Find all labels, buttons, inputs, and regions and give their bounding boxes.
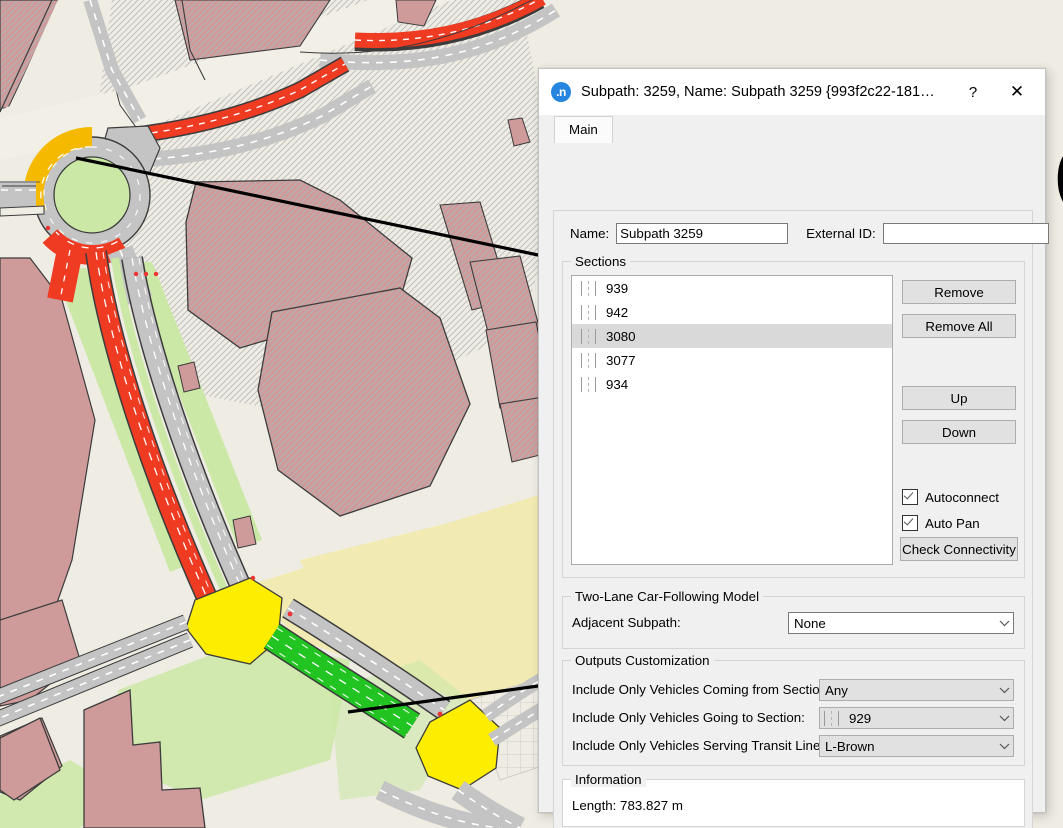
going-to-section-combo[interactable]: 929 — [819, 707, 1014, 729]
list-item-label: 3080 — [606, 329, 636, 344]
remove-all-button[interactable]: Remove All — [902, 314, 1016, 338]
chevron-down-icon — [996, 708, 1013, 728]
application-window: .lm { stroke:#ffffff; stroke-width:1.6; … — [0, 0, 1063, 828]
adjacent-subpath-combo[interactable]: None — [788, 612, 1014, 634]
transit-lines-label: Include Only Vehicles Serving Transit Li… — [572, 738, 831, 753]
subpath-properties-dialog: .n Subpath: 3259, Name: Subpath 3259 {99… — [538, 68, 1046, 813]
transit-lines-combo[interactable]: L-Brown — [819, 735, 1014, 757]
remove-button[interactable]: Remove — [902, 280, 1016, 304]
aimsun-app-icon: .n — [551, 82, 571, 102]
chevron-down-icon — [996, 613, 1013, 633]
two-lane-group-label: Two-Lane Car-Following Model — [571, 589, 763, 604]
list-item-label: 942 — [606, 305, 628, 320]
length-text: Length: 783.827 m — [572, 798, 683, 813]
going-to-section-value: 929 — [849, 711, 996, 726]
tab-panel-main: Name: External ID: Sections 939 942 — [553, 210, 1033, 828]
external-id-label: External ID: — [806, 226, 875, 241]
coming-from-section-value: Any — [825, 683, 996, 698]
close-icon[interactable]: ✕ — [995, 75, 1039, 109]
list-item[interactable]: 3077 — [572, 348, 892, 372]
section-icon — [580, 377, 597, 392]
sections-group-label: Sections — [571, 254, 630, 269]
auto-pan-label: Auto Pan — [925, 516, 980, 531]
list-item-label: 934 — [606, 377, 628, 392]
move-down-button[interactable]: Down — [902, 420, 1016, 444]
adjacent-subpath-value: None — [794, 616, 996, 631]
section-icon — [580, 281, 597, 296]
sections-group: Sections 939 942 3080 — [562, 261, 1025, 578]
autoconnect-checkbox[interactable] — [902, 489, 918, 505]
tabstrip: Main — [539, 115, 1045, 142]
dialog-title: Subpath: 3259, Name: Subpath 3259 {993f2… — [581, 84, 951, 100]
list-item[interactable]: 939 — [572, 276, 892, 300]
list-item-label: 3077 — [606, 353, 636, 368]
external-id-input[interactable] — [883, 223, 1049, 244]
autoconnect-label: Autoconnect — [925, 490, 999, 505]
two-lane-group: Two-Lane Car-Following Model Adjacent Su… — [562, 596, 1025, 649]
chevron-down-icon — [996, 736, 1013, 756]
list-item[interactable]: 934 — [572, 372, 892, 396]
move-up-button[interactable]: Up — [902, 386, 1016, 410]
section-icon — [580, 305, 597, 320]
tab-main[interactable]: Main — [554, 116, 613, 143]
dialog-titlebar[interactable]: .n Subpath: 3259, Name: Subpath 3259 {99… — [539, 69, 1045, 115]
sections-listbox[interactable]: 939 942 3080 3077 — [571, 275, 893, 565]
coming-from-section-label: Include Only Vehicles Coming from Sectio… — [572, 682, 831, 697]
list-item-selected[interactable]: 3080 — [572, 324, 892, 348]
coming-from-section-combo[interactable]: Any — [819, 679, 1014, 701]
section-icon — [580, 329, 597, 344]
outputs-customization-group: Outputs Customization Include Only Vehic… — [562, 660, 1025, 766]
svg-text:C: C — [1052, 117, 1063, 242]
adjacent-subpath-label: Adjacent Subpath: — [572, 615, 681, 630]
section-icon — [823, 711, 840, 726]
check-connectivity-button[interactable]: Check Connectivity — [900, 537, 1018, 561]
information-group-label: Information — [571, 772, 646, 787]
auto-pan-checkbox[interactable] — [902, 515, 918, 531]
outputs-group-label: Outputs Customization — [571, 653, 714, 668]
list-item-label: 939 — [606, 281, 628, 296]
name-input[interactable] — [616, 223, 788, 244]
auto-pan-checkbox-row[interactable]: Auto Pan — [902, 515, 980, 531]
autoconnect-checkbox-row[interactable]: Autoconnect — [902, 489, 999, 505]
list-item[interactable]: 942 — [572, 300, 892, 324]
information-group: Information Length: 783.827 m — [562, 779, 1025, 827]
name-label: Name: — [570, 226, 609, 241]
help-titlebar-button[interactable]: ? — [951, 75, 995, 109]
name-row: Name: External ID: — [570, 223, 1049, 244]
going-to-section-label: Include Only Vehicles Going to Section: — [572, 710, 805, 725]
section-icon — [580, 353, 597, 368]
chevron-down-icon — [996, 680, 1013, 700]
transit-lines-value: L-Brown — [825, 739, 996, 754]
